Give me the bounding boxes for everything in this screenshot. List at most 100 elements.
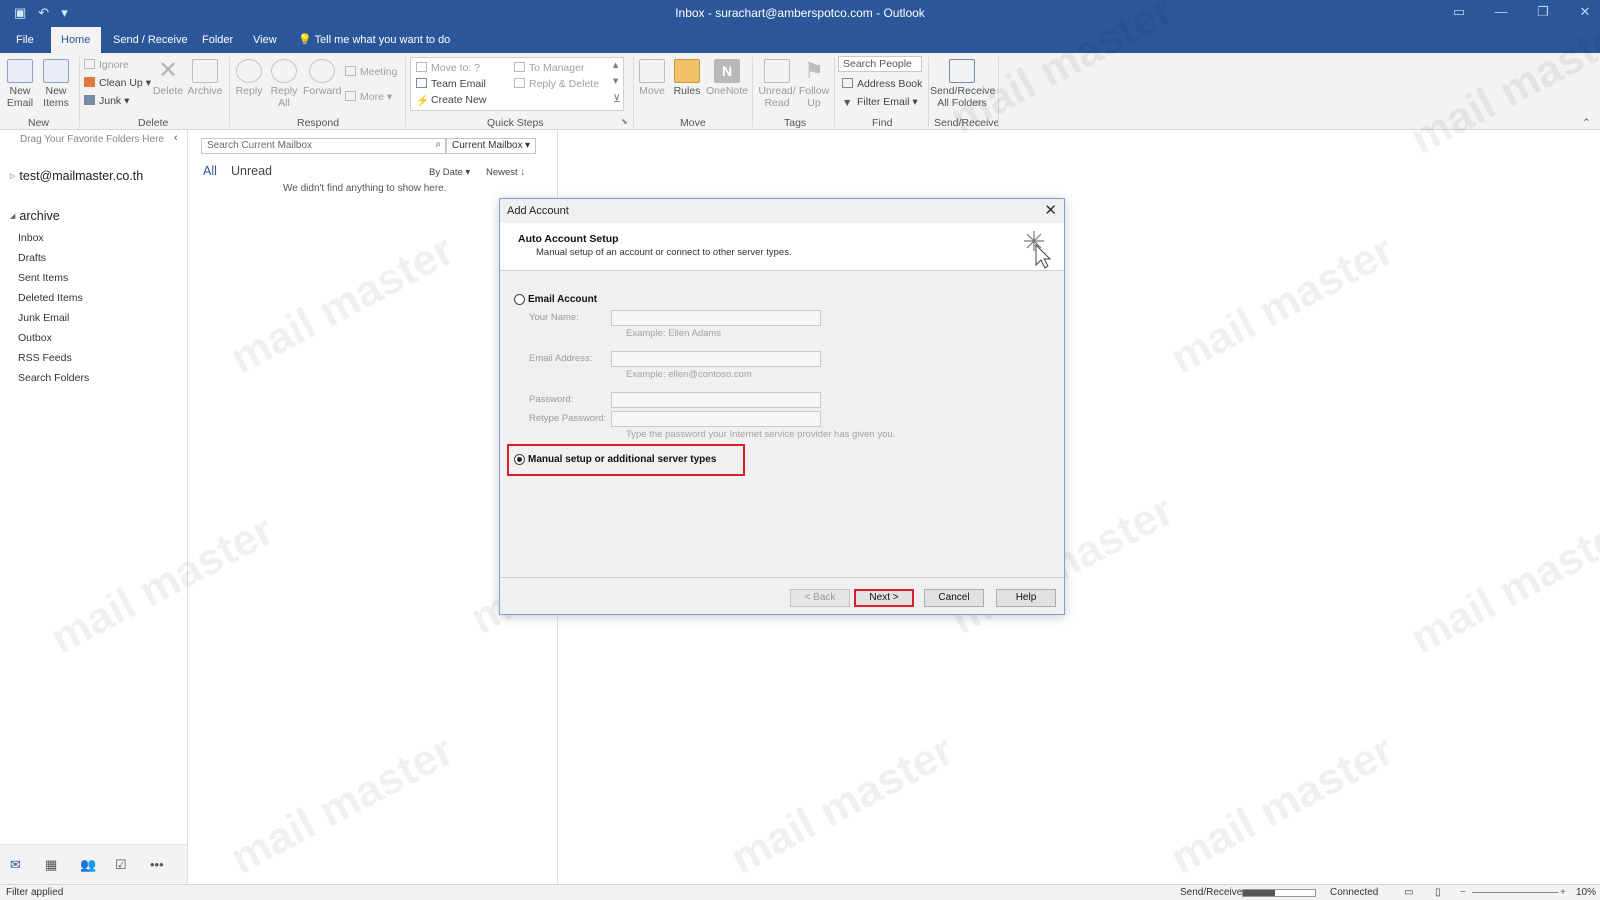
follow-up-button[interactable]: ⚑ Follow Up: [798, 58, 830, 110]
ignore-button[interactable]: Ignore: [84, 59, 129, 71]
cancel-button[interactable]: Cancel: [924, 589, 984, 607]
tasks-icon[interactable]: ☑: [115, 857, 127, 873]
sort-order-toggle[interactable]: Newest ↓: [486, 167, 525, 178]
quickstep-move-to[interactable]: Move to: ?: [416, 62, 480, 74]
filter-email-button[interactable]: ▼ Filter Email ▾: [842, 96, 918, 109]
tell-me-box[interactable]: 💡 Tell me what you want to do: [288, 27, 460, 53]
quickstep-reply-delete[interactable]: Reply & Delete: [514, 78, 599, 90]
reading-view-icon[interactable]: ▯: [1435, 887, 1441, 898]
rules-button[interactable]: Rules: [671, 59, 703, 97]
dialog-close-icon[interactable]: ✕: [1044, 201, 1057, 219]
dialog-header: Auto Account Setup Manual setup of an ac…: [500, 223, 1064, 271]
send-receive-icon: [949, 59, 975, 83]
normal-view-icon[interactable]: ▭: [1404, 887, 1413, 898]
move-button[interactable]: Move: [636, 59, 668, 97]
quickstep-create-new[interactable]: ⚡ Create New: [416, 94, 486, 107]
ribbon-tabs: File Home Send / Receive Folder View 💡 T…: [0, 27, 1600, 53]
clean-up-button[interactable]: Clean Up ▾: [84, 77, 151, 89]
unread-read-button[interactable]: Unread/ Read: [758, 59, 796, 109]
tab-send-receive[interactable]: Send / Receive: [103, 27, 198, 53]
collapse-pane-icon[interactable]: ‹: [174, 132, 178, 144]
help-button[interactable]: Help: [996, 589, 1056, 607]
folder-rss-feeds[interactable]: RSS Feeds: [18, 352, 72, 364]
close-icon[interactable]: ✕: [1578, 4, 1592, 20]
ribbon-display-icon[interactable]: ▭: [1452, 4, 1466, 20]
quickstep-to-manager[interactable]: To Manager: [514, 62, 584, 74]
flag-icon: ⚑: [804, 58, 824, 83]
team-email-label: Team Email: [431, 78, 486, 90]
onenote-button[interactable]: N OneNote: [706, 59, 748, 97]
send-receive-all-button[interactable]: Send/Receive All Folders: [930, 59, 995, 109]
tab-view[interactable]: View: [243, 27, 287, 53]
junk-button[interactable]: Junk ▾: [84, 95, 129, 107]
filter-all[interactable]: All: [203, 164, 217, 178]
next-button[interactable]: Next >: [854, 589, 914, 607]
zoom-level[interactable]: 10%: [1576, 887, 1596, 898]
search-input[interactable]: Search Current Mailbox ⌕: [201, 138, 446, 154]
to-manager-label: To Manager: [529, 62, 585, 74]
dialog-title: Add Account: [507, 205, 569, 217]
wizard-cursor-icon: [1024, 231, 1052, 269]
zoom-in-icon[interactable]: +: [1560, 887, 1566, 898]
folder-search-folders[interactable]: Search Folders: [18, 372, 89, 384]
email-account-radio[interactable]: [514, 294, 525, 305]
dialog-heading: Auto Account Setup: [518, 233, 619, 245]
reply-delete-label: Reply & Delete: [529, 78, 600, 90]
more-apps-icon[interactable]: •••: [150, 857, 164, 872]
reply-all-button[interactable]: Reply All: [268, 59, 300, 109]
manual-setup-radio[interactable]: [514, 454, 525, 465]
quick-steps-scroll-down[interactable]: ▾: [613, 75, 618, 87]
account-archive[interactable]: ◢ archive: [10, 209, 60, 223]
zoom-out-icon[interactable]: −: [1460, 887, 1466, 898]
delete-button[interactable]: ✕ Delete: [152, 59, 184, 98]
email-address-field[interactable]: [611, 351, 821, 367]
folder-deleted-items[interactable]: Deleted Items: [18, 292, 83, 304]
address-book-button[interactable]: Address Book: [842, 78, 922, 90]
password-field[interactable]: [611, 392, 821, 408]
favorites-hint: Drag Your Favorite Folders Here: [20, 134, 164, 145]
quickstep-team-email[interactable]: Team Email: [416, 78, 486, 90]
filter-unread[interactable]: Unread: [231, 164, 272, 178]
reply-all-icon: [271, 59, 297, 83]
quick-steps-expand[interactable]: ⊻: [613, 93, 621, 105]
dialog-launcher-icon[interactable]: ⬊: [621, 117, 628, 126]
quick-steps-scroll-up[interactable]: ▴: [613, 59, 618, 71]
folder-outbox[interactable]: Outbox: [18, 332, 52, 344]
folder-drafts[interactable]: Drafts: [18, 252, 46, 264]
search-people-input[interactable]: Search People: [838, 56, 922, 72]
folder-junk-email[interactable]: Junk Email: [18, 312, 69, 324]
folder-inbox[interactable]: Inbox: [18, 232, 44, 244]
zoom-slider[interactable]: [1472, 892, 1558, 893]
search-icon[interactable]: ⌕: [435, 139, 441, 150]
back-button[interactable]: < Back: [790, 589, 850, 607]
retype-password-field[interactable]: [611, 411, 821, 427]
move-label: Move: [639, 85, 665, 97]
watermark: mail master: [1162, 225, 1402, 384]
search-scope-dropdown[interactable]: Current Mailbox ▾: [446, 138, 536, 154]
account-label: archive: [19, 209, 60, 223]
meeting-button[interactable]: Meeting: [345, 66, 397, 78]
module-navigation: ✉ ▦ 👥 ☑ •••: [0, 844, 188, 884]
folder-sent-items[interactable]: Sent Items: [18, 272, 68, 284]
archive-button[interactable]: Archive: [186, 59, 224, 97]
new-items-button[interactable]: New Items: [38, 59, 74, 109]
reply-button[interactable]: Reply: [233, 59, 265, 97]
group-quick-steps-label: Quick Steps: [487, 117, 544, 129]
clean-up-icon: [84, 77, 95, 87]
tab-file[interactable]: File: [6, 27, 44, 53]
calendar-icon[interactable]: ▦: [45, 857, 57, 873]
account-test[interactable]: ▷ test@mailmaster.co.th: [10, 169, 143, 183]
new-email-button[interactable]: New Email: [4, 59, 36, 109]
mail-icon[interactable]: ✉: [10, 857, 21, 873]
your-name-field[interactable]: [611, 310, 821, 326]
restore-icon[interactable]: ❐: [1536, 4, 1550, 20]
people-icon[interactable]: 👥: [80, 857, 96, 873]
tab-home[interactable]: Home: [51, 27, 101, 53]
forward-button[interactable]: Forward: [303, 59, 342, 97]
junk-label: Junk: [99, 95, 122, 107]
sort-by-dropdown[interactable]: By Date ▾: [429, 167, 470, 178]
minimize-icon[interactable]: —: [1494, 4, 1508, 20]
collapse-ribbon-icon[interactable]: ⌃: [1582, 117, 1591, 129]
more-respond-button[interactable]: More ▾: [345, 91, 392, 103]
tab-folder[interactable]: Folder: [192, 27, 243, 53]
